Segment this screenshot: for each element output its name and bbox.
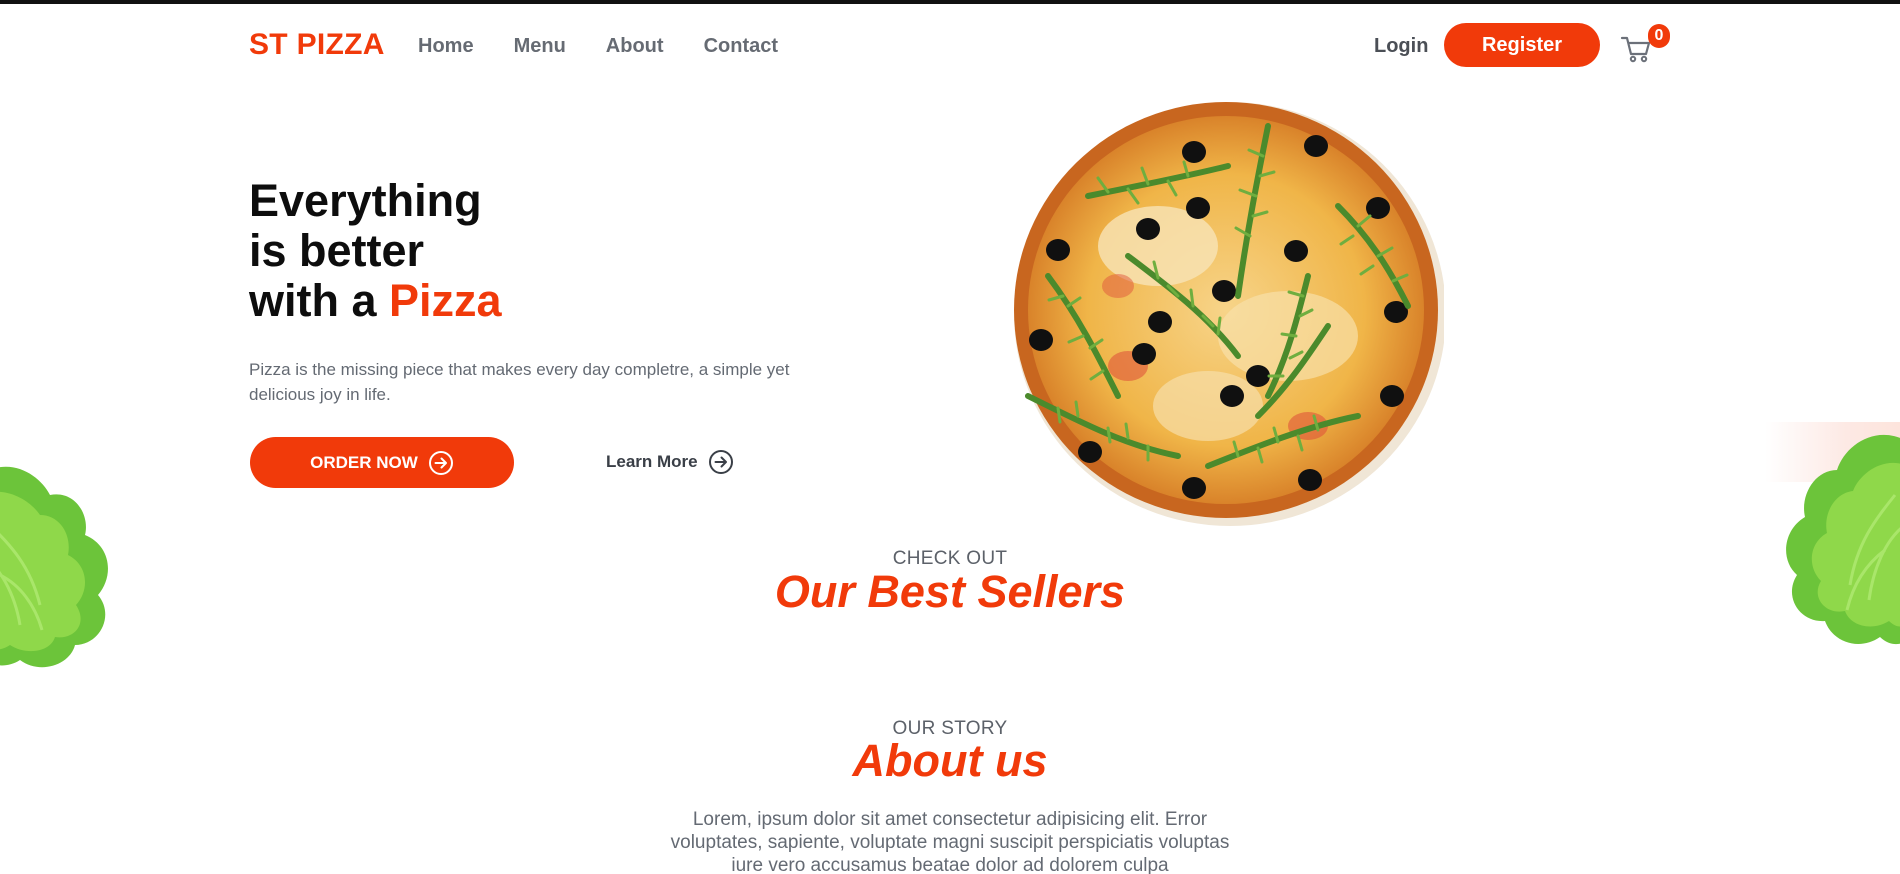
learn-more-link[interactable]: Learn More — [606, 449, 734, 475]
hero-title-accent: Pizza — [389, 275, 502, 326]
lettuce-image-right — [1786, 434, 1900, 645]
nav-contact[interactable]: Contact — [704, 35, 778, 58]
nav-about[interactable]: About — [606, 35, 664, 58]
main-nav: Home Menu About Contact — [418, 35, 778, 58]
login-link[interactable]: Login — [1374, 35, 1428, 58]
hero-description: Pizza is the missing piece that makes ev… — [249, 360, 790, 404]
order-now-button[interactable]: ORDER NOW — [250, 437, 514, 488]
nav-menu[interactable]: Menu — [514, 35, 566, 58]
best-sellers-title: Our Best Sellers — [774, 566, 1126, 617]
pizza-image — [1014, 102, 1444, 526]
register-button[interactable]: Register — [1444, 23, 1600, 67]
logo[interactable]: ST PIZZA — [249, 28, 385, 62]
about-text-container: Lorem, ipsum dolor sit amet consectetur … — [0, 808, 1900, 874]
hero-title: Everything is better with a Pizza — [249, 176, 502, 326]
order-now-label: ORDER NOW — [310, 452, 418, 472]
about-title: About us — [852, 735, 1048, 786]
arrow-right-circle-icon — [708, 450, 733, 474]
learn-more-label: Learn More — [606, 452, 698, 471]
about-text: Lorem, ipsum dolor sit amet consectetur … — [670, 809, 1230, 874]
arrow-right-circle-icon — [428, 450, 453, 475]
hero-title-prefix: with a — [249, 275, 390, 326]
hero-title-line-1: Everything — [249, 175, 482, 226]
hero-title-line-3: with a Pizza — [249, 276, 502, 326]
nav-home[interactable]: Home — [418, 35, 474, 58]
hero-title-line-2: is better — [249, 225, 425, 276]
site-header: ST PIZZA Home Menu About Contact Login R… — [0, 4, 1900, 84]
cart-count-badge: 0 — [1648, 24, 1670, 48]
